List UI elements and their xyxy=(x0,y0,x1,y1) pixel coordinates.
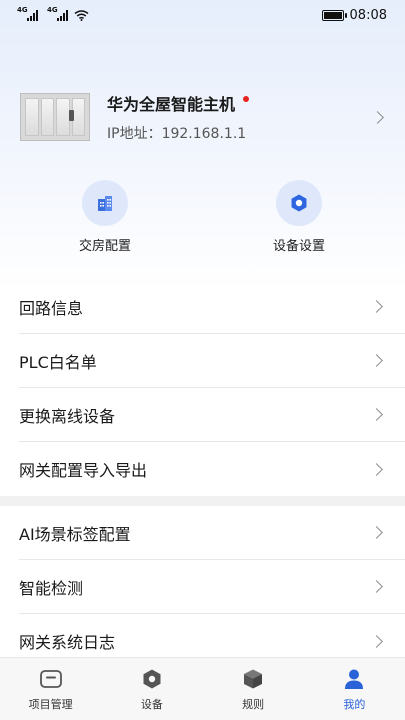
quick-action-device-settings[interactable]: 设备设置 xyxy=(249,180,349,254)
quick-action-label: 设备设置 xyxy=(272,239,325,254)
battery-icon xyxy=(321,9,347,21)
person-icon xyxy=(314,666,394,692)
device-image xyxy=(20,93,90,141)
menu-item-label: PLC白名单 xyxy=(19,352,97,372)
menu-item-replace-offline-device[interactable]: 更换离线设备 xyxy=(19,388,405,442)
device-ip: IP地址：192.168.1.1 xyxy=(107,126,247,142)
network-type-2: 4G xyxy=(47,5,58,14)
folder-icon xyxy=(11,666,91,692)
menu-item-label: 网关系统日志 xyxy=(19,633,116,652)
chevron-right-icon xyxy=(371,110,384,124)
status-bar-left: 4G 4G xyxy=(17,6,89,21)
chevron-right-icon xyxy=(370,580,383,593)
chevron-right-icon xyxy=(370,300,383,313)
nav-label: 规则 xyxy=(242,698,265,711)
chevron-right-icon xyxy=(370,462,383,476)
menu-item-label: 更换离线设备 xyxy=(19,406,116,426)
chevron-right-icon xyxy=(370,634,383,648)
signal-icon-2: 4G xyxy=(47,6,68,21)
building-icon xyxy=(82,180,128,226)
menu-item-label: 回路信息 xyxy=(19,298,84,318)
menu-item-plc-whitelist[interactable]: PLC白名单 xyxy=(19,334,405,388)
hexagon-settings-icon xyxy=(276,180,322,226)
device-name: 华为全屋智能主机 xyxy=(107,95,236,114)
signal-icon: 4G xyxy=(17,6,38,21)
nav-item-project-management[interactable]: 项目管理 xyxy=(11,666,91,712)
group-divider xyxy=(0,496,405,506)
status-time: 08:08 xyxy=(349,7,387,23)
status-bar: 4G 4G 08:08 xyxy=(0,0,405,30)
hexagon-icon xyxy=(112,666,192,692)
nav-label: 设备 xyxy=(140,698,163,711)
cube-icon xyxy=(213,666,293,692)
nav-item-rules[interactable]: 规则 xyxy=(213,666,293,712)
chevron-right-icon xyxy=(370,408,383,421)
menu-item-gateway-config-import-export[interactable]: 网关配置导入导出 xyxy=(19,442,405,496)
nav-item-mine[interactable]: 我的 xyxy=(314,666,394,712)
bottom-nav: 项目管理 设备 规则 我的 xyxy=(0,657,405,720)
nav-item-devices[interactable]: 设备 xyxy=(112,666,192,712)
nav-label: 项目管理 xyxy=(28,698,73,711)
quick-actions: 交房配置 设备设置 xyxy=(0,180,405,255)
menu-item-circuit-info[interactable]: 回路信息 xyxy=(19,280,405,334)
menu-list: 回路信息 PLC白名单 更换离线设备 网关配置导入导出 AI场景标签配置 智能检… xyxy=(0,280,405,668)
wifi-icon xyxy=(74,9,89,21)
quick-action-label: 交房配置 xyxy=(78,239,131,254)
menu-item-label: 网关配置导入导出 xyxy=(19,461,148,480)
nav-label: 我的 xyxy=(343,698,366,711)
menu-item-smart-detection[interactable]: 智能检测 xyxy=(19,560,405,614)
device-card[interactable]: 华为全屋智能主机 IP地址：192.168.1.1 xyxy=(20,92,390,142)
menu-item-label: AI场景标签配置 xyxy=(19,524,131,544)
device-info: 华为全屋智能主机 IP地址：192.168.1.1 xyxy=(107,91,373,143)
device-name-row: 华为全屋智能主机 xyxy=(107,91,373,115)
menu-item-ai-scene-tag-config[interactable]: AI场景标签配置 xyxy=(19,506,405,560)
status-dot xyxy=(243,96,250,102)
chevron-right-icon xyxy=(370,526,383,539)
chevron-right-icon xyxy=(370,354,383,367)
menu-item-label: 智能检测 xyxy=(19,578,84,598)
status-bar-right: 08:08 xyxy=(321,7,387,23)
network-type-1: 4G xyxy=(17,5,28,14)
quick-action-handover-config[interactable]: 交房配置 xyxy=(55,180,155,254)
